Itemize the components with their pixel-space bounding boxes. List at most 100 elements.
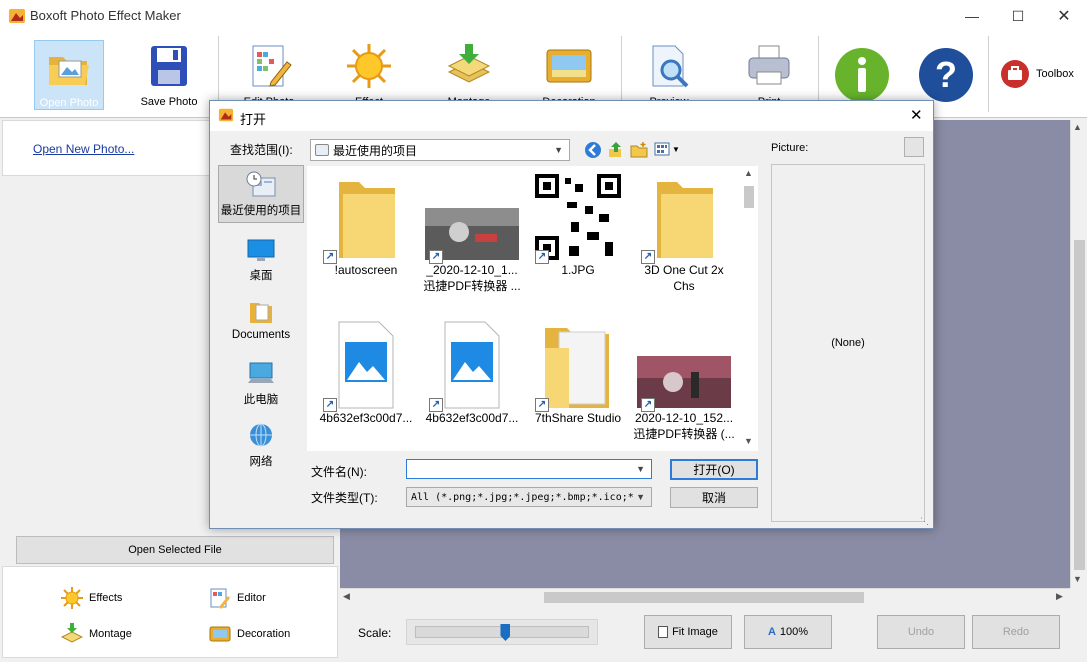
close-icon[interactable]: ✕ [1041, 0, 1087, 32]
redo-button[interactable]: Redo [972, 615, 1060, 649]
canvas-vertical-scrollbar[interactable]: ▲ ▼ [1070, 120, 1087, 588]
filename-label: 文件名(N): [311, 465, 367, 479]
file-item[interactable]: ↗ 3D One Cut 2x Chs [631, 172, 737, 294]
dialog-close-icon[interactable]: ✕ [910, 106, 923, 124]
place-network[interactable]: 网络 [218, 417, 304, 475]
computer-icon [248, 362, 274, 383]
minimize-icon[interactable]: — [949, 0, 995, 32]
decoration-link[interactable]: Decoration [209, 623, 290, 645]
fit-image-button[interactable]: Fit Image [644, 615, 732, 649]
info-icon[interactable] [833, 46, 891, 104]
save-photo-button[interactable]: Save Photo [130, 38, 208, 112]
help-icon[interactable]: ? [917, 46, 975, 104]
open-photo-button[interactable]: Open Photo [34, 40, 104, 110]
editor-label: Editor [237, 592, 266, 604]
image-file-icon [338, 321, 394, 409]
place-desktop[interactable]: 桌面 [218, 231, 304, 289]
desktop-icon [247, 239, 275, 261]
file-item[interactable]: ↗ 4b632ef3c00d7... [313, 320, 419, 426]
editor-link[interactable]: Editor [209, 587, 266, 609]
resize-grip-icon[interactable]: ⋱ [920, 516, 929, 527]
image-thumbnail-icon [637, 356, 731, 408]
file-item[interactable]: ↗ 7thShare Studio [525, 320, 631, 426]
new-folder-icon[interactable] [630, 141, 648, 159]
zoom-100-label: 100% [779, 626, 809, 638]
zoom-100-button[interactable]: A 100% [744, 615, 832, 649]
scale-slider[interactable] [406, 619, 598, 645]
bottom-bar: Scale: Fit Image A 100% Undo Redo [340, 605, 1087, 662]
file-item[interactable]: ↗ 1.JPG [525, 172, 631, 278]
shortcut-arrow-icon: ↗ [535, 398, 549, 412]
file-name: _2020-12-10_1... [426, 263, 518, 277]
back-arrow-icon[interactable] [584, 141, 602, 159]
open-selected-file-button[interactable]: Open Selected File [16, 536, 334, 564]
file-item[interactable]: ↗ 2020-12-10_152... 迅捷PDF转换器 (... [631, 320, 737, 442]
window-title: Boxoft Photo Effect Maker [30, 8, 181, 23]
view-menu-button[interactable]: ▼ [654, 141, 680, 157]
dialog-title: 打开 [240, 112, 267, 127]
scroll-right-icon[interactable]: ▶ [1056, 591, 1063, 602]
shortcut-arrow-icon: ↗ [323, 398, 337, 412]
file-name: 3D One Cut 2x [644, 263, 724, 277]
up-folder-icon[interactable] [607, 141, 625, 159]
place-recent[interactable]: 最近使用的项目 [218, 165, 304, 223]
place-label: 网络 [249, 456, 273, 468]
canvas-horizontal-scrollbar[interactable]: ◀ ▶ [340, 588, 1070, 605]
file-list-scrollbar[interactable]: ▲ ▼ [740, 166, 758, 451]
folder-open-icon [545, 328, 609, 408]
maximize-icon[interactable]: ☐ [995, 0, 1041, 32]
file-name-line2: 迅捷PDF转换器 ... [423, 279, 521, 293]
file-item[interactable]: ↗ !autoscreen [313, 172, 419, 278]
image-file-icon [444, 321, 500, 409]
file-name: 4b632ef3c00d7... [425, 411, 519, 425]
filetype-select[interactable]: All (*.png;*.jpg;*.jpeg;*.bmp;*.ico;* ▼ [406, 487, 652, 507]
scroll-down-icon[interactable]: ▼ [744, 436, 753, 446]
scroll-left-icon[interactable]: ◀ [343, 591, 350, 602]
place-label: 此电脑 [243, 394, 279, 406]
montage-small-icon [61, 623, 83, 643]
place-label: 桌面 [249, 270, 273, 282]
picture-label: Picture: [771, 142, 809, 154]
floppy-disk-icon [151, 46, 187, 86]
view-dropdown-icon: ▼ [672, 144, 680, 154]
file-name: 7thShare Studio [534, 411, 622, 425]
scroll-down-icon[interactable]: ▼ [1073, 574, 1082, 584]
cancel-button[interactable]: 取消 [670, 487, 758, 508]
montage-icon [447, 44, 491, 83]
vertical-scroll-thumb[interactable] [1074, 240, 1085, 570]
file-item[interactable]: ↗ 4b632ef3c00d7... [419, 320, 525, 426]
scroll-up-icon[interactable]: ▲ [1073, 122, 1082, 132]
magnifier-preview-icon [652, 45, 689, 88]
open-new-photo-link[interactable]: Open New Photo... [33, 142, 134, 156]
place-this-pc[interactable]: 此电脑 [218, 355, 304, 413]
shortcut-arrow-icon: ↗ [429, 398, 443, 412]
chevron-down-icon: ▼ [636, 492, 645, 502]
look-in-select[interactable]: 最近使用的项目 ▼ [310, 139, 570, 161]
scale-label: Scale: [358, 626, 392, 640]
file-list-scroll-thumb[interactable] [744, 186, 754, 208]
sun-effects-icon [61, 587, 83, 609]
undo-button[interactable]: Undo [877, 615, 965, 649]
file-name: 1.JPG [561, 263, 595, 277]
open-button[interactable]: 打开(O) [670, 459, 758, 480]
filetype-label: 文件类型(T): [311, 491, 378, 505]
effects-link[interactable]: Effects [61, 587, 122, 609]
picture-preview-pane: (None) [771, 164, 925, 522]
place-documents[interactable]: Documents [218, 293, 304, 351]
preview-toggle-icon[interactable] [904, 137, 924, 157]
file-name: 4b632ef3c00d7... [319, 411, 413, 425]
file-list[interactable]: ↗ !autoscreen ↗ _2020-12-10_1... 迅捷PDF转换… [307, 166, 758, 451]
shortcut-arrow-icon: ↗ [641, 250, 655, 264]
toolbox-button[interactable]: Toolbox [1000, 58, 1080, 90]
folder-open-icon [49, 57, 89, 85]
file-item[interactable]: ↗ _2020-12-10_1... 迅捷PDF转换器 ... [419, 172, 525, 294]
chevron-down-icon: ▼ [554, 145, 563, 155]
effects-label: Effects [89, 592, 123, 604]
editor-icon [210, 588, 230, 609]
filename-input[interactable]: ▼ [406, 459, 652, 479]
scale-slider-thumb[interactable] [500, 624, 511, 641]
shortcut-arrow-icon: ↗ [641, 398, 655, 412]
montage-link[interactable]: Montage [61, 623, 132, 645]
horizontal-scroll-thumb[interactable] [544, 592, 864, 603]
scroll-up-icon[interactable]: ▲ [744, 168, 753, 178]
